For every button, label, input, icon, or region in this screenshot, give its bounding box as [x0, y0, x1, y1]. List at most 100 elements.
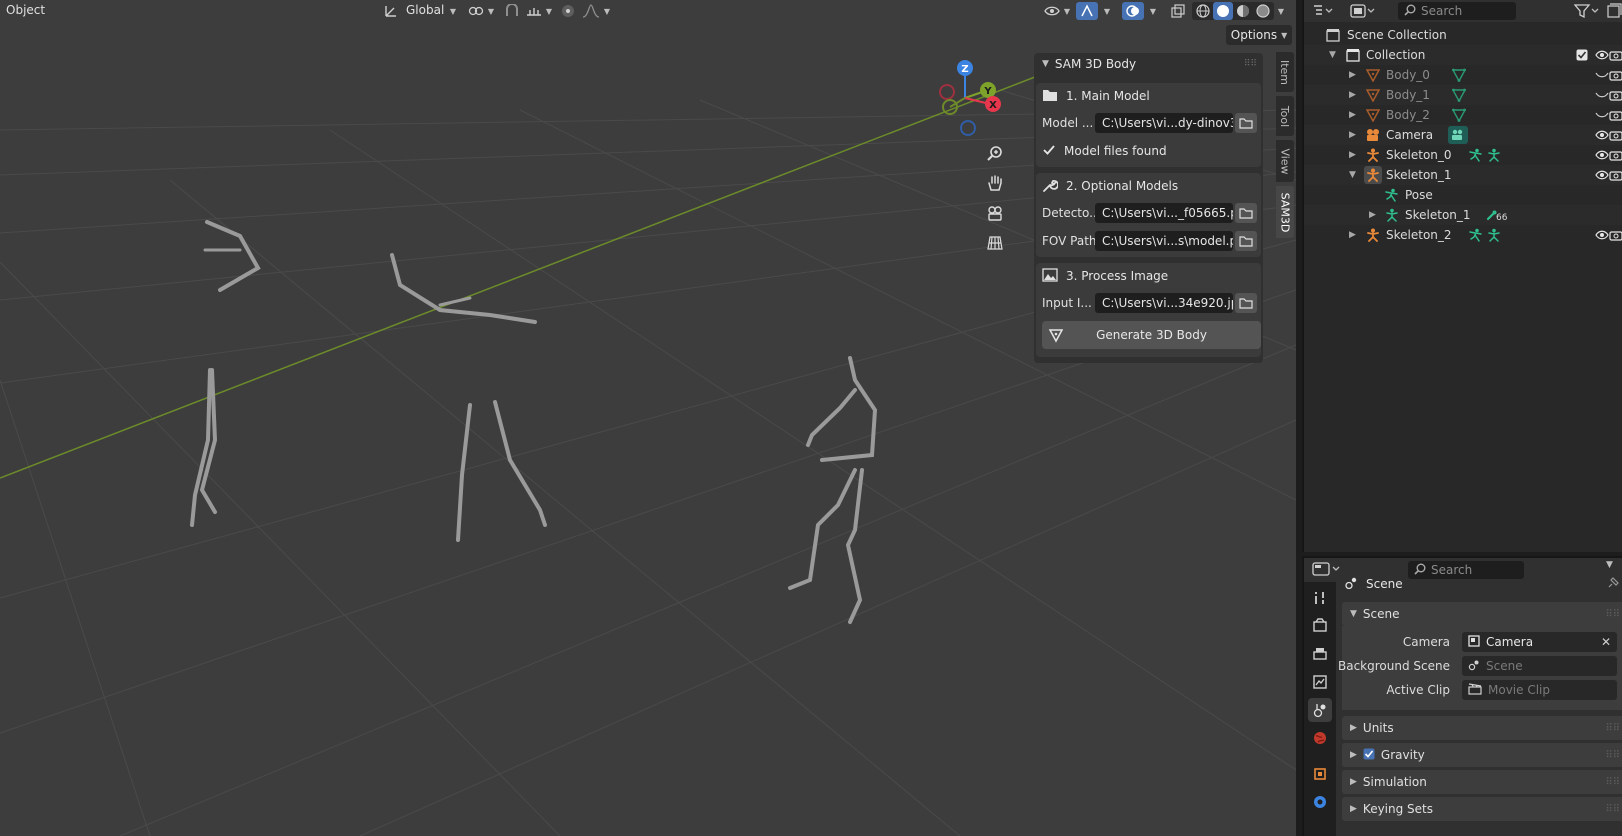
outliner-row-body-0[interactable]: ▶ Body_0: [1304, 65, 1622, 85]
3d-viewport[interactable]: Z Y X Object Global ▼ ▼ ▼ ▼ ▼ ▼ ▼ ▼ Opti…: [0, 0, 1296, 836]
scene-tab-icon[interactable]: [1308, 698, 1332, 722]
tab-sam3d[interactable]: SAM3D: [1276, 186, 1294, 238]
filter-icon[interactable]: [1573, 3, 1602, 22]
input-image-field[interactable]: C:\Users\vi...34e920.jpg: [1095, 293, 1233, 313]
tab-view[interactable]: View: [1276, 140, 1294, 182]
outliner-row-skeleton-1[interactable]: ▼ Skeleton_1: [1304, 165, 1622, 185]
keying-sets-panel-header[interactable]: ▶ Keying Sets ⠿⠿: [1342, 797, 1622, 821]
render-camera-icon[interactable]: [1608, 147, 1622, 163]
outliner-row-body-1[interactable]: ▶ Body_1: [1304, 85, 1622, 105]
chevron-down-icon[interactable]: ▼: [1148, 2, 1158, 20]
display-mode-icon[interactable]: [1350, 3, 1376, 22]
chevron-right-icon[interactable]: ▶: [1349, 110, 1356, 120]
outliner-row-collection[interactable]: ▼ Collection: [1304, 45, 1622, 65]
wireframe-shading-icon[interactable]: [1193, 2, 1213, 20]
chevron-down-icon[interactable]: ▼: [486, 2, 496, 20]
render-camera-icon[interactable]: [1608, 227, 1622, 243]
snap-increment-icon[interactable]: [524, 2, 544, 20]
chevron-down-icon[interactable]: ▼: [602, 2, 612, 20]
mode-label[interactable]: Object: [6, 3, 45, 17]
chevron-right-icon[interactable]: ▶: [1349, 70, 1356, 80]
close-icon[interactable]: ✕: [1601, 635, 1611, 649]
model-path-field[interactable]: C:\Users\vi...dy-dinov3\: [1095, 113, 1233, 133]
sam3d-panel-header[interactable]: ▼ SAM 3D Body ⠿⠿: [1034, 53, 1263, 75]
render-camera-icon[interactable]: [1608, 107, 1622, 123]
editor-type-icon[interactable]: [1312, 561, 1342, 580]
chevron-right-icon[interactable]: ▶: [1349, 90, 1356, 100]
zoom-icon[interactable]: [983, 141, 1007, 165]
outliner-row-camera[interactable]: ▶ Camera: [1304, 125, 1622, 145]
orientation-dropdown[interactable]: Global: [406, 3, 444, 17]
properties-search-input[interactable]: Search: [1408, 561, 1524, 579]
drag-handle-icon[interactable]: ⠿⠿: [1605, 777, 1620, 788]
chevron-right-icon[interactable]: ▶: [1349, 130, 1356, 140]
simulation-panel-header[interactable]: ▶ Simulation ⠿⠿: [1342, 770, 1622, 794]
editor-type-icon[interactable]: [1312, 3, 1334, 22]
checkbox-icon[interactable]: [1574, 47, 1590, 63]
chevron-down-icon[interactable]: ▼: [544, 2, 554, 20]
generate-3d-body-button[interactable]: Generate 3D Body: [1042, 321, 1261, 349]
chevron-down-icon[interactable]: ▼: [448, 2, 458, 20]
object-tab-icon[interactable]: [1308, 762, 1332, 786]
chevron-down-icon[interactable]: ▼: [1276, 2, 1286, 20]
chevron-right-icon[interactable]: ▶: [1369, 210, 1376, 220]
render-camera-icon[interactable]: [1608, 87, 1622, 103]
gravity-panel-header[interactable]: ▶ Gravity ⠿⠿: [1342, 743, 1622, 767]
chevron-right-icon[interactable]: ▶: [1349, 230, 1356, 240]
world-tab-icon[interactable]: [1308, 726, 1332, 750]
falloff-curve-icon[interactable]: [580, 2, 602, 20]
proportional-edit-icon[interactable]: [558, 2, 578, 20]
snap-icon[interactable]: [502, 2, 522, 20]
fov-path-field[interactable]: C:\Users\vi...s\model.pt: [1095, 231, 1233, 251]
checkbox-icon[interactable]: [1363, 748, 1375, 763]
render-camera-icon[interactable]: [1608, 127, 1622, 143]
outliner-row-scene-collection[interactable]: Scene Collection: [1304, 25, 1622, 45]
outliner-row-skeleton-1-data[interactable]: ▶ Skeleton_1 66: [1304, 205, 1622, 225]
browse-folder-icon[interactable]: [1235, 203, 1257, 223]
tab-item[interactable]: Item: [1276, 52, 1294, 92]
camera-view-icon[interactable]: [983, 201, 1007, 225]
units-panel-header[interactable]: ▶ Units ⠿⠿: [1342, 716, 1622, 740]
tool-tab-icon[interactable]: [1308, 586, 1332, 610]
chevron-down-icon[interactable]: ▼: [1329, 50, 1336, 60]
drag-handle-icon[interactable]: ⠿⠿: [1605, 804, 1620, 815]
chevron-right-icon[interactable]: ▶: [1349, 150, 1356, 160]
drag-handle-icon[interactable]: ⠿⠿: [1605, 609, 1620, 620]
material-shading-icon[interactable]: [1233, 2, 1253, 20]
options-button[interactable]: Options ▼: [1226, 25, 1292, 45]
drag-handle-icon[interactable]: ⠿⠿: [1605, 723, 1620, 734]
chevron-down-icon[interactable]: ▼: [1102, 2, 1112, 20]
browse-folder-icon[interactable]: [1235, 231, 1257, 251]
view-layer-tab-icon[interactable]: [1308, 670, 1332, 694]
tab-tool[interactable]: Tool: [1276, 96, 1294, 136]
render-camera-icon[interactable]: [1608, 67, 1622, 83]
outliner-row-skeleton-2[interactable]: ▶ Skeleton_2: [1304, 225, 1622, 245]
chevron-down-icon[interactable]: ▼: [1606, 560, 1613, 570]
camera-field[interactable]: Camera ✕: [1462, 632, 1617, 652]
render-camera-icon[interactable]: [1608, 167, 1622, 183]
chevron-down-icon[interactable]: ▼: [1062, 2, 1072, 20]
visibility-icon[interactable]: [1042, 2, 1062, 20]
background-scene-field[interactable]: Scene: [1462, 656, 1617, 676]
browse-folder-icon[interactable]: [1235, 293, 1257, 313]
pin-icon[interactable]: [1606, 576, 1620, 593]
drag-handle-icon[interactable]: ⠿⠿: [1605, 750, 1620, 761]
render-tab-icon[interactable]: [1308, 614, 1332, 638]
outliner-row-skeleton-0[interactable]: ▶ Skeleton_0: [1304, 145, 1622, 165]
chevron-down-icon[interactable]: ▼: [1349, 170, 1356, 180]
scene-panel-header[interactable]: ▼ Scene ⠿⠿: [1342, 602, 1622, 626]
navigation-gizmo[interactable]: Z Y X: [939, 60, 1001, 136]
render-camera-icon[interactable]: [1608, 47, 1622, 63]
physics-tab-icon[interactable]: [1308, 790, 1332, 814]
detector-path-field[interactable]: C:\Users\vi..._f05665.pkl: [1095, 203, 1233, 223]
outliner-row-body-2[interactable]: ▶ Body_2: [1304, 105, 1622, 125]
perspective-grid-icon[interactable]: [983, 231, 1007, 255]
output-tab-icon[interactable]: [1308, 642, 1332, 666]
xray-icon[interactable]: [1168, 2, 1188, 20]
pivot-icon[interactable]: [466, 2, 486, 20]
rendered-shading-icon[interactable]: [1253, 2, 1273, 20]
new-collection-icon[interactable]: [1606, 3, 1622, 22]
outliner-row-pose[interactable]: Pose: [1304, 185, 1622, 205]
drag-handle-icon[interactable]: ⠿⠿: [1244, 59, 1257, 69]
pan-hand-icon[interactable]: [983, 171, 1007, 195]
